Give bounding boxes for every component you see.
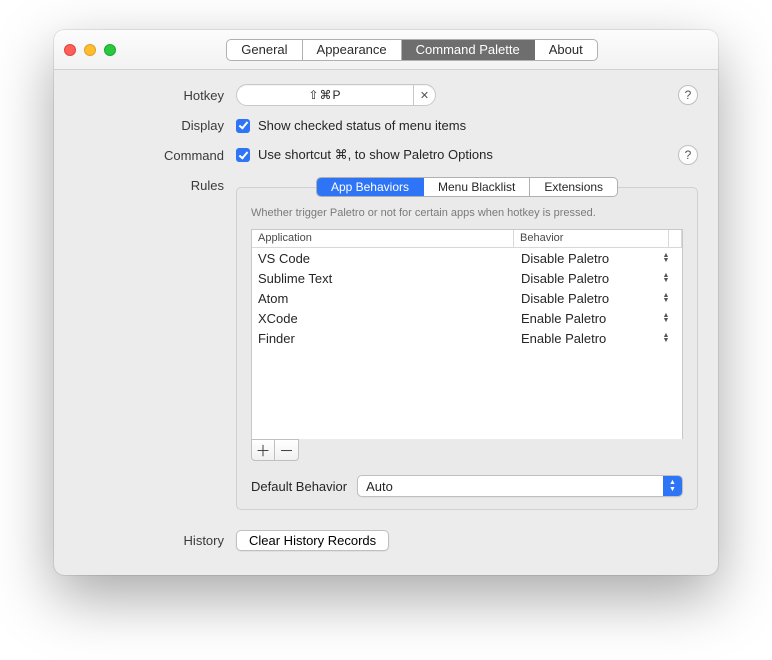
cell-behavior[interactable]: Enable Paletro ▲▼ [515,331,682,346]
behavior-value: Disable Paletro [521,271,609,286]
add-button[interactable]: ＋ [252,440,275,460]
behavior-value: Enable Paletro [521,331,606,346]
zoom-icon[interactable] [104,44,116,56]
close-icon[interactable] [64,44,76,56]
cell-application: Atom [252,291,515,306]
tab-about[interactable]: About [535,40,597,60]
cell-application: Sublime Text [252,271,515,286]
default-behavior-select[interactable]: Auto ▲▼ [357,475,683,497]
cell-application: VS Code [252,251,515,266]
chevron-up-down-icon: ▲▼ [660,333,672,343]
rules-tab-app-behaviors[interactable]: App Behaviors [317,178,424,196]
table-body: VS CodeDisable Paletro▲▼Sublime TextDisa… [252,248,682,439]
help-command-icon[interactable]: ? [678,145,698,165]
remove-button[interactable]: － [275,440,298,460]
table-row[interactable]: Atom Disable Paletro ▲▼ [252,288,682,308]
help-hotkey-icon[interactable]: ? [678,85,698,105]
display-label: Display [74,118,224,133]
preferences-window: General Appearance Command Palette About… [54,30,718,575]
behavior-value: Disable Paletro [521,251,609,266]
cell-application: Finder [252,331,515,346]
table-row[interactable]: Finder Enable Paletro ▲▼ [252,328,682,348]
cell-behavior[interactable]: Enable Paletro ▲▼ [515,311,682,326]
rules-panel: App Behaviors Menu Blacklist Extensions … [236,187,698,510]
table-row[interactable]: XCode Enable Paletro ▲▼ [252,308,682,328]
rules-label: Rules [74,177,224,193]
behaviors-table: Application Behavior VS CodeDisable Pale… [251,229,683,439]
tab-command-palette[interactable]: Command Palette [402,40,535,60]
table-header: Application Behavior [252,230,682,248]
col-spacer [669,230,682,247]
rules-tab-menu-blacklist[interactable]: Menu Blacklist [424,178,530,196]
chevron-up-down-icon: ▲▼ [660,313,672,323]
tab-general[interactable]: General [227,40,302,60]
display-checkbox-label: Show checked status of menu items [258,118,466,133]
clear-history-button[interactable]: Clear History Records [236,530,389,551]
titlebar: General Appearance Command Palette About [54,30,718,70]
command-checkbox-label: Use shortcut ⌘, to show Paletro Options [258,147,493,163]
default-behavior-value: Auto [366,479,663,494]
table-row[interactable]: Sublime Text Disable Paletro ▲▼ [252,268,682,288]
window-controls [64,44,116,56]
history-label: History [74,533,224,548]
table-row[interactable]: VS Code Disable Paletro ▲▼ [252,248,682,268]
col-application[interactable]: Application [252,230,514,247]
clear-hotkey-icon[interactable]: ✕ [413,85,435,105]
rules-tab-extensions[interactable]: Extensions [530,178,617,196]
cell-behavior[interactable]: Disable Paletro ▲▼ [515,251,682,266]
content-area: Hotkey ⇧⌘P ✕ ? Display Show checked stat… [54,70,718,575]
table-toolbar: ＋ － [251,439,299,461]
minimize-icon[interactable] [84,44,96,56]
display-checkbox[interactable] [236,119,250,133]
hotkey-value: ⇧⌘P [237,88,413,102]
command-label: Command [74,148,224,163]
behavior-value: Disable Paletro [521,291,609,306]
chevron-up-down-icon: ▲▼ [660,293,672,303]
rules-tabs: App Behaviors Menu Blacklist Extensions [316,177,618,197]
chevron-up-down-icon: ▲▼ [663,476,682,496]
hotkey-label: Hotkey [74,88,224,103]
cell-application: XCode [252,311,515,326]
cell-behavior[interactable]: Disable Paletro ▲▼ [515,271,682,286]
main-tabs: General Appearance Command Palette About [226,39,597,61]
cell-behavior[interactable]: Disable Paletro ▲▼ [515,291,682,306]
col-behavior[interactable]: Behavior [514,230,669,247]
hotkey-input[interactable]: ⇧⌘P ✕ [236,84,436,106]
chevron-up-down-icon: ▲▼ [660,273,672,283]
behavior-value: Enable Paletro [521,311,606,326]
rules-description: Whether trigger Paletro or not for certa… [237,207,697,229]
command-checkbox[interactable] [236,148,250,162]
chevron-up-down-icon: ▲▼ [660,253,672,263]
tab-appearance[interactable]: Appearance [303,40,402,60]
default-behavior-label: Default Behavior [251,479,347,494]
